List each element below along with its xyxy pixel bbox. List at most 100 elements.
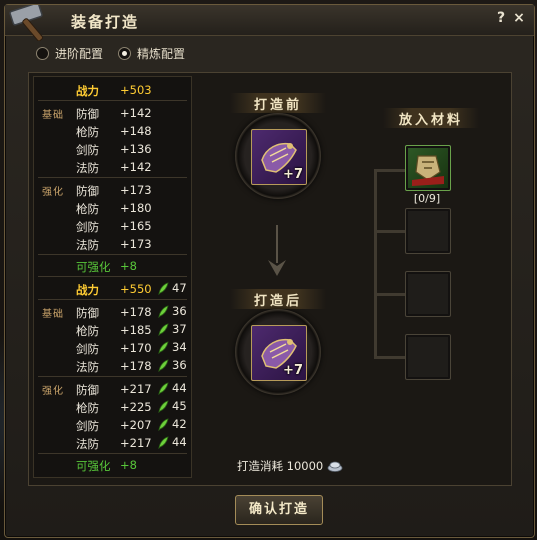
stat-row: 基础 防御 +142	[34, 104, 191, 122]
silver-coin-icon	[327, 461, 343, 472]
stat-name: 防御	[76, 107, 99, 121]
leaf-arrow-icon	[158, 381, 169, 395]
stat-value: +165	[120, 219, 152, 233]
stat-name: 剑防	[76, 143, 99, 157]
after-item-slot[interactable]: +7	[251, 325, 307, 381]
divider	[38, 254, 187, 255]
stat-row: 法防 +173	[34, 235, 191, 253]
stat-value: +142	[120, 106, 152, 120]
stat-gain: 37	[158, 322, 187, 336]
stat-value: +217	[120, 436, 152, 450]
stat-row-power-before: 战力 +503	[34, 81, 191, 99]
stat-name: 战力	[76, 84, 99, 98]
stat-row: 剑防 +165	[34, 217, 191, 235]
material-slot-1[interactable]	[405, 145, 451, 191]
stat-gain: 42	[158, 417, 187, 431]
gain-value: 36	[172, 358, 187, 372]
leaf-arrow-icon	[158, 322, 169, 336]
stat-name: 法防	[76, 161, 99, 175]
radio-advanced-config[interactable]: 进阶配置	[36, 45, 103, 62]
stat-name: 枪防	[76, 324, 99, 338]
before-forge-label: 打造前	[253, 98, 302, 113]
stat-row-enhanceable-after: 可强化 +8	[34, 456, 191, 474]
hammer-icon	[9, 5, 43, 41]
divider	[38, 100, 187, 101]
gain-value: 42	[172, 417, 187, 431]
stat-name: 剑防	[76, 419, 99, 433]
radio-checked-icon	[118, 47, 131, 60]
stat-value: +180	[120, 201, 152, 215]
stat-name: 可强化	[76, 260, 111, 274]
stat-row: 法防 +178 36	[34, 357, 191, 375]
material-tree-line	[374, 169, 405, 172]
material-tree-line	[374, 293, 405, 296]
stat-name: 剑防	[76, 220, 99, 234]
help-icon[interactable]: ?	[493, 10, 509, 26]
gain-value: 47	[172, 281, 187, 295]
stat-value: +217	[120, 382, 152, 396]
stat-row-power-after: 战力 +550 47	[34, 280, 191, 298]
material-tree-line	[374, 356, 405, 359]
stat-gain: 45	[158, 399, 187, 413]
stat-name: 法防	[76, 360, 99, 374]
material-slot-4[interactable]	[405, 334, 451, 380]
stat-row: 剑防 +170 34	[34, 339, 191, 357]
stat-value: +136	[120, 142, 152, 156]
material-tree-line	[374, 230, 405, 233]
stat-name: 枪防	[76, 125, 99, 139]
stat-name: 可强化	[76, 459, 111, 473]
leaf-arrow-icon	[158, 358, 169, 372]
before-item-slot[interactable]: +7	[251, 129, 307, 185]
stat-row: 强化 防御 +173	[34, 181, 191, 199]
material-slot-3[interactable]	[405, 271, 451, 317]
stat-gain: 44	[158, 435, 187, 449]
stat-value: +8	[120, 259, 137, 273]
stat-name: 防御	[76, 184, 99, 198]
divider	[38, 453, 187, 454]
cost-text: 打造消耗 10000	[237, 459, 324, 473]
material-slot-2[interactable]	[405, 208, 451, 254]
stat-gain: 34	[158, 340, 187, 354]
stat-name: 防御	[76, 383, 99, 397]
stat-name: 战力	[76, 283, 99, 297]
stat-gain: 36	[158, 304, 187, 318]
stat-row: 枪防 +225 45	[34, 398, 191, 416]
stat-value: +148	[120, 124, 152, 138]
stat-value: +185	[120, 323, 152, 337]
materials-label: 放入材料	[398, 113, 463, 128]
stat-value: +225	[120, 400, 152, 414]
stat-value: +178	[120, 305, 152, 319]
group-label-base: 基础	[42, 309, 64, 320]
group-label-enhance: 强化	[42, 187, 64, 198]
confirm-forge-button[interactable]: 确认打造	[235, 495, 323, 525]
stat-name: 剑防	[76, 342, 99, 356]
stat-name: 防御	[76, 306, 99, 320]
stat-row: 基础 防御 +178 36	[34, 303, 191, 321]
gain-value: 37	[172, 322, 187, 336]
gain-value: 44	[172, 435, 187, 449]
stat-row: 剑防 +136	[34, 140, 191, 158]
after-forge-label: 打造后	[253, 294, 302, 309]
stat-name: 法防	[76, 437, 99, 451]
radio-label: 进阶配置	[55, 47, 104, 61]
item-plus-level: +7	[283, 363, 303, 378]
group-label-enhance: 强化	[42, 386, 64, 397]
material-tree-line	[374, 169, 377, 359]
leaf-arrow-icon	[158, 281, 169, 295]
gain-value: 44	[172, 381, 187, 395]
leaf-arrow-icon	[158, 417, 169, 431]
stat-row: 枪防 +180	[34, 199, 191, 217]
close-icon[interactable]: ×	[511, 10, 527, 26]
title-bar[interactable]: 装备打造 ? ×	[5, 5, 534, 41]
gain-value: 45	[172, 399, 187, 413]
stat-gain: 47	[158, 281, 187, 295]
leaf-arrow-icon	[158, 435, 169, 449]
radio-refine-config[interactable]: 精炼配置	[118, 45, 185, 62]
material-count: [0/9]	[413, 192, 441, 205]
stat-value: +550	[120, 282, 152, 296]
stat-gain: 36	[158, 358, 187, 372]
divider	[38, 177, 187, 178]
stat-row: 枪防 +185 37	[34, 321, 191, 339]
stat-name: 枪防	[76, 401, 99, 415]
radio-unchecked-icon	[36, 47, 49, 60]
